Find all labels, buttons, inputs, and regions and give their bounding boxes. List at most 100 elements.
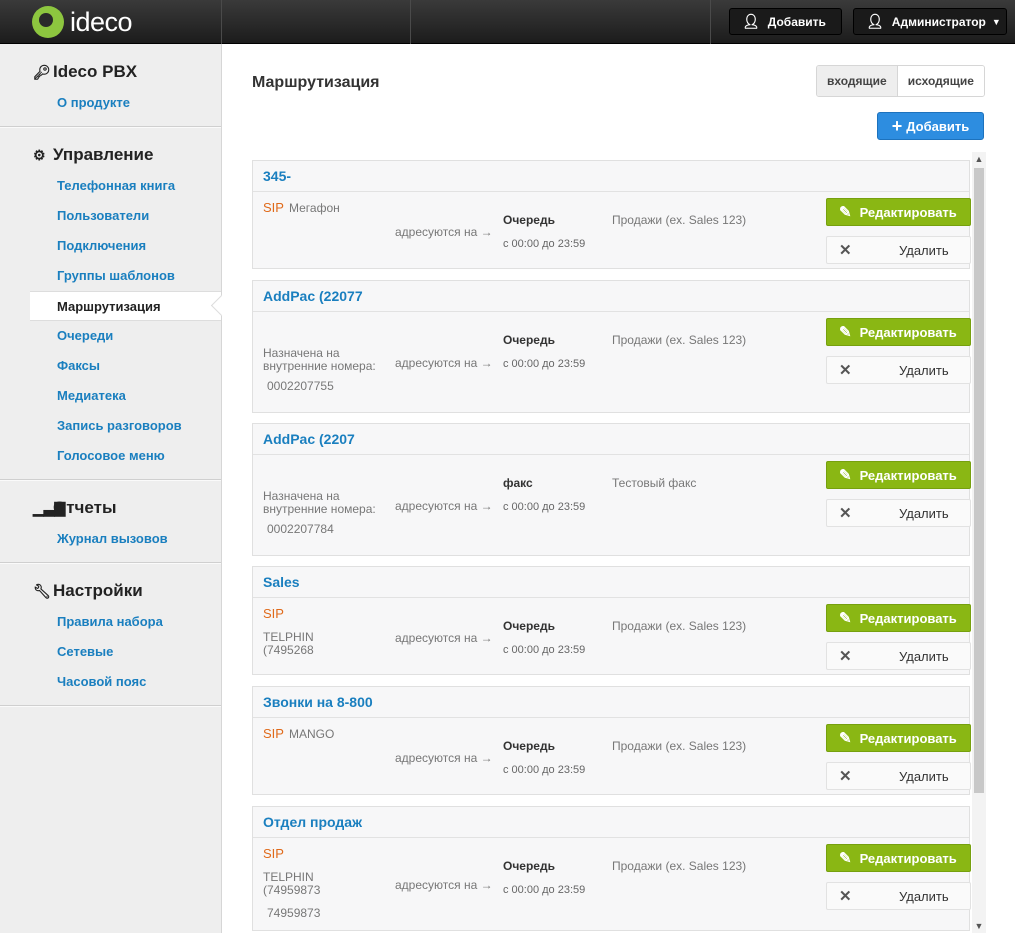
delete-button[interactable]: ✕ Удалить [826,882,971,910]
sidebar-item-about[interactable]: О продукте [0,88,221,118]
edit-button[interactable]: ✎ Редактировать [826,318,971,346]
sidebar-item-voice-menu[interactable]: Голосовое меню [0,441,221,471]
route-type: SIP [263,200,284,215]
edit-button[interactable]: ✎ Редактировать [826,724,971,752]
route-number: 74959873 [267,906,321,920]
delete-label: Удалить [899,505,949,521]
addressed-to-label: адресуются на → [395,751,493,765]
top-bar: ideco 👤︎ Добавить 👤︎ Администратор ▼ [0,0,1015,44]
sidebar-item-template-groups[interactable]: Группы шаблонов [0,261,221,291]
edit-button[interactable]: ✎ Редактировать [826,198,971,226]
pencil-icon: ✎ [839,730,852,747]
sidebar-item-network[interactable]: Сетевые [0,637,221,667]
direction-toggle: входящие исходящие [816,65,985,97]
route-description: Продажи (ex. Sales 123) [612,859,747,873]
route-name[interactable]: Sales [253,567,969,598]
close-icon: ✕ [839,242,852,259]
route-target: Очередь [503,213,555,227]
sidebar-section-management: ⚙ Управление Телефонная книга Пользовате… [0,127,221,480]
topbar-divider [221,0,222,44]
route-card: 345- SIP Мегафон адресуются на → Очередь… [252,160,971,269]
delete-label: Удалить [899,362,949,378]
add-user-icon: 👤︎ [742,13,760,29]
topbar-add-label: Добавить [767,14,826,29]
sidebar-item-routing[interactable]: Маршрутизация [30,291,221,321]
sidebar-item-faxes[interactable]: Факсы [0,351,221,381]
sidebar-item-media-library[interactable]: Медиатека [0,381,221,411]
logo-mark-icon [32,6,64,38]
delete-label: Удалить [899,648,949,664]
delete-button[interactable]: ✕ Удалить [826,236,971,264]
route-number: 0002207784 [267,522,334,536]
delete-label: Удалить [899,768,949,784]
edit-button[interactable]: ✎ Редактировать [826,604,971,632]
sidebar-item-call-log[interactable]: Журнал вызовов [0,524,221,554]
route-name[interactable]: Отдел продаж [253,807,969,838]
sidebar-item-queues[interactable]: Очереди [0,321,221,351]
route-name[interactable]: AddPac (22077 [253,281,969,312]
route-type: SIP [263,606,284,621]
route-time: с 00:00 до 23:59 [503,501,586,513]
route-name[interactable]: 345- [253,161,969,192]
sidebar-section-reports: ▁▃▇ Отчеты Журнал вызовов [0,480,221,563]
edit-label: Редактировать [859,730,957,746]
route-time: с 00:00 до 23:59 [503,884,586,896]
route-time: с 00:00 до 23:59 [503,644,586,656]
route-time: с 00:00 до 23:59 [503,358,586,370]
addressed-to-text: адресуются на [395,499,478,513]
arrow-right-icon: → [480,499,493,513]
delete-button[interactable]: ✕ Удалить [826,356,971,384]
sidebar: 🔑︎ Ideco PBX О продукте ⚙ Управление Тел… [0,44,222,933]
tab-incoming[interactable]: входящие [817,66,898,96]
sidebar-item-dial-rules[interactable]: Правила набора [0,607,221,637]
add-route-label: Добавить [906,118,970,134]
addressed-to-text: адресуются на [395,225,478,239]
sidebar-item-connections[interactable]: Подключения [0,231,221,261]
sidebar-section-title: 🔑︎ Ideco PBX [0,62,221,82]
delete-button[interactable]: ✕ Удалить [826,499,971,527]
sidebar-item-users[interactable]: Пользователи [0,201,221,231]
routes-scrollbar[interactable]: ▲ ▼ [972,152,986,933]
topbar-add-button[interactable]: 👤︎ Добавить [729,8,842,35]
sidebar-section-pbx: 🔑︎ Ideco PBX О продукте [0,44,221,127]
plus-icon: + [891,116,903,136]
route-source: Назначена на внутренние номера: [263,489,376,516]
add-route-button[interactable]: + Добавить [877,112,984,140]
route-source: Назначена на внутренние номера: [263,346,376,373]
ideco-logo[interactable]: ideco [32,6,133,38]
route-target: факс [503,476,533,490]
sidebar-section-settings: 🔧︎ Настройки Правила набора Сетевые Часо… [0,563,221,706]
scrollbar-thumb[interactable] [974,168,984,793]
addressed-to-text: адресуются на [395,751,478,765]
scroll-down-icon[interactable]: ▼ [972,919,986,933]
route-target: Очередь [503,739,555,753]
route-source: Мегафон [289,201,340,215]
route-name[interactable]: AddPac (2207 [253,424,969,455]
edit-label: Редактировать [859,850,957,866]
scroll-up-icon[interactable]: ▲ [972,152,986,166]
close-icon: ✕ [839,362,852,379]
route-source: MANGO [289,727,335,741]
edit-button[interactable]: ✎ Редактировать [826,461,971,489]
wrench-icon: 🔧︎ [33,582,51,599]
admin-menu-button[interactable]: 👤︎ Администратор ▼ [853,8,1007,35]
sidebar-item-phonebook[interactable]: Телефонная книга [0,171,221,201]
addressed-to-text: адресуются на [395,356,478,370]
route-card: Отдел продаж SIP TELPHIN (74959873 74959… [252,806,971,931]
route-time: с 00:00 до 23:59 [503,238,586,250]
sidebar-item-call-recording[interactable]: Запись разговоров [0,411,221,441]
route-card: AddPac (2207 Назначена на внутренние ном… [252,423,971,556]
edit-button[interactable]: ✎ Редактировать [826,844,971,872]
sidebar-item-timezone[interactable]: Часовой пояс [0,667,221,697]
sidebar-section-title: 🔧︎ Настройки [0,581,221,601]
delete-button[interactable]: ✕ Удалить [826,642,971,670]
route-target: Очередь [503,859,555,873]
addressed-to-label: адресуются на → [395,225,493,239]
route-name[interactable]: Звонки на 8-800 [253,687,969,718]
tab-outgoing[interactable]: исходящие [897,66,984,96]
route-description: Продажи (ex. Sales 123) [612,333,747,347]
delete-button[interactable]: ✕ Удалить [826,762,971,790]
route-type: SIP [263,726,284,741]
bar-chart-icon: ▁▃▇ [33,499,66,516]
section-title-text: Управление [53,145,154,164]
